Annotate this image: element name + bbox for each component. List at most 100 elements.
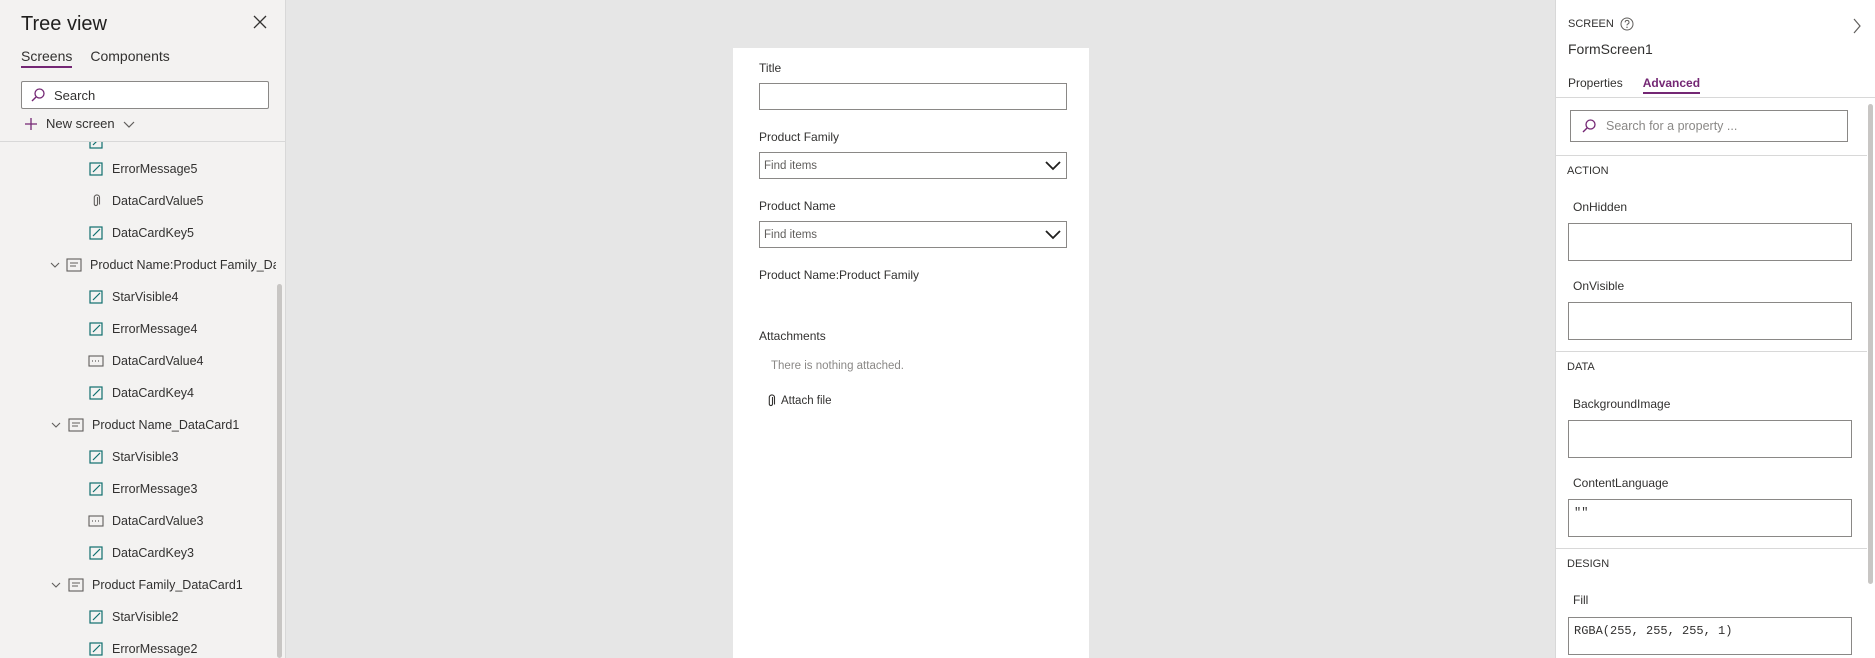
property-search-box[interactable]	[1570, 110, 1848, 142]
chevron-right-icon[interactable]	[1852, 18, 1862, 39]
tree-item-label: DataCardKey5	[112, 226, 194, 240]
attachments-label: Attachments	[759, 329, 826, 343]
tab-components[interactable]: Components	[90, 48, 169, 68]
property-label-contentlanguage: ContentLanguage	[1573, 476, 1669, 490]
section-action: ACTION	[1567, 165, 1609, 177]
tree-item-label: DataCardValue3	[112, 514, 204, 528]
attach-file-button[interactable]: Attach file	[765, 394, 832, 408]
property-field-onhidden[interactable]	[1568, 223, 1852, 261]
tree-item-datacardkey4[interactable]: DataCardKey4	[0, 380, 276, 406]
close-icon[interactable]	[252, 14, 268, 30]
edit-icon	[88, 545, 104, 561]
edit-icon	[88, 289, 104, 305]
tree-item-starvisible2[interactable]: StarVisible2	[0, 604, 276, 630]
divider	[1556, 548, 1867, 549]
property-field-onvisible[interactable]	[1568, 302, 1852, 340]
tree-item-product-name-datacard1[interactable]: Product Name_DataCard1	[0, 412, 276, 438]
title-input[interactable]	[759, 83, 1067, 110]
textinput-icon	[88, 353, 104, 369]
property-field-fill[interactable]: RGBA(255, 255, 255, 1)	[1568, 617, 1852, 655]
product-family-combobox[interactable]: Find items	[759, 152, 1067, 179]
tree-view-title: Tree view	[21, 13, 107, 35]
tree-item-product-family-datacard1[interactable]: Product Family_DataCard1	[0, 572, 276, 598]
product-family-placeholder: Find items	[764, 159, 818, 172]
product-name-label: Product Name	[759, 199, 836, 213]
tree-search-box[interactable]	[21, 81, 269, 109]
chevron-down-icon	[1045, 160, 1061, 170]
chevron-down-icon[interactable]	[50, 581, 62, 589]
control-kind: SCREEN	[1568, 17, 1634, 31]
tree-item-datacardvalue4[interactable]: DataCardValue4	[0, 348, 276, 374]
product-family-label: Product Family	[759, 130, 840, 144]
edit-icon	[88, 225, 104, 241]
section-design: DESIGN	[1567, 558, 1610, 570]
tree-item-label: DataCardKey3	[112, 546, 194, 560]
tree-item-label: StarVisible2	[112, 610, 179, 624]
property-field-backgroundimage[interactable]	[1568, 420, 1852, 458]
edit-icon	[88, 161, 104, 177]
tree-item-datacardkey3[interactable]: DataCardKey3	[0, 540, 276, 566]
tree-item-label: ErrorMessage2	[112, 642, 198, 656]
tree-item-label: DataCardValue4	[112, 354, 204, 368]
new-screen-button[interactable]: New screen	[24, 116, 135, 131]
tree-scrollbar[interactable]	[277, 284, 282, 658]
tree-item-errormessage2[interactable]: ErrorMessage2	[0, 636, 276, 658]
tree-item-datacardkey5[interactable]: DataCardKey5	[0, 220, 276, 246]
search-icon	[1582, 119, 1596, 133]
tree-item-label: StarVisible4	[112, 290, 179, 304]
tree-item-starvisible4[interactable]: StarVisible4	[0, 284, 276, 310]
tab-properties[interactable]: Properties	[1568, 76, 1623, 94]
product-name-family-label: Product Name:Product Family	[759, 268, 920, 282]
chevron-down-icon[interactable]	[50, 261, 60, 269]
property-label-backgroundimage: BackgroundImage	[1573, 397, 1671, 411]
edit-icon	[88, 609, 104, 625]
tree-item-errormessage3[interactable]: ErrorMessage3	[0, 476, 276, 502]
divider	[1556, 351, 1867, 352]
tree-item-product-name-product-family-datacard1[interactable]: Product Name:Product Family_DataCard1	[0, 252, 276, 278]
product-name-placeholder: Find items	[764, 228, 818, 241]
edit-icon	[88, 321, 104, 337]
chevron-down-icon[interactable]	[50, 421, 62, 429]
section-data: DATA	[1567, 361, 1595, 373]
tree-item-label: DataCardKey4	[112, 386, 194, 400]
tree-item-datacardvalue3[interactable]: DataCardValue3	[0, 508, 276, 534]
attachment-icon	[768, 394, 776, 407]
edit-icon	[88, 449, 104, 465]
edit-icon	[88, 385, 104, 401]
card-icon	[68, 577, 84, 593]
property-search-input[interactable]	[1606, 119, 1836, 133]
chevron-down-icon	[123, 121, 135, 128]
form-canvas: Title Product Family Find items Product …	[733, 48, 1089, 658]
edit-icon	[88, 641, 104, 657]
attachment-icon	[88, 193, 104, 209]
divider	[1556, 155, 1867, 156]
properties-scrollbar[interactable]	[1868, 104, 1873, 584]
tree-item-partial	[0, 142, 276, 155]
tree-item-label: DataCardValue5	[112, 194, 204, 208]
tree-item-datacardvalue5[interactable]: DataCardValue5	[0, 188, 276, 214]
help-icon[interactable]	[1620, 17, 1634, 31]
property-label-onhidden: OnHidden	[1573, 200, 1628, 214]
product-name-combobox[interactable]: Find items	[759, 221, 1067, 248]
divider	[1556, 97, 1875, 98]
tree-item-starvisible3[interactable]: StarVisible3	[0, 444, 276, 470]
properties-panel: SCREEN FormScreen1 Properties Advanced A…	[1555, 0, 1875, 658]
tab-advanced[interactable]: Advanced	[1642, 76, 1701, 94]
property-field-contentlanguage[interactable]: ""	[1568, 499, 1852, 537]
property-label-fill: Fill	[1573, 593, 1589, 607]
tree-search-input[interactable]	[54, 87, 254, 103]
tree-tabs: Screens Components	[21, 48, 170, 68]
tree-item-label: ErrorMessage5	[112, 162, 198, 176]
tree-list: ErrorMessage5 DataCardValue5 DataCardKey…	[0, 142, 276, 658]
card-icon	[68, 417, 84, 433]
tree-item-errormessage4[interactable]: ErrorMessage4	[0, 316, 276, 342]
plus-icon	[25, 117, 37, 130]
tree-item-label: StarVisible3	[112, 450, 179, 464]
control-kind-label: SCREEN	[1568, 18, 1614, 30]
textinput-icon	[88, 513, 104, 529]
tree-item-errormessage5[interactable]: ErrorMessage5	[0, 156, 276, 182]
tab-screens[interactable]: Screens	[21, 48, 73, 68]
edit-icon	[88, 142, 104, 150]
control-name[interactable]: FormScreen1	[1568, 41, 1653, 57]
tree-view-panel: Tree view Screens Components New screen …	[0, 0, 286, 658]
